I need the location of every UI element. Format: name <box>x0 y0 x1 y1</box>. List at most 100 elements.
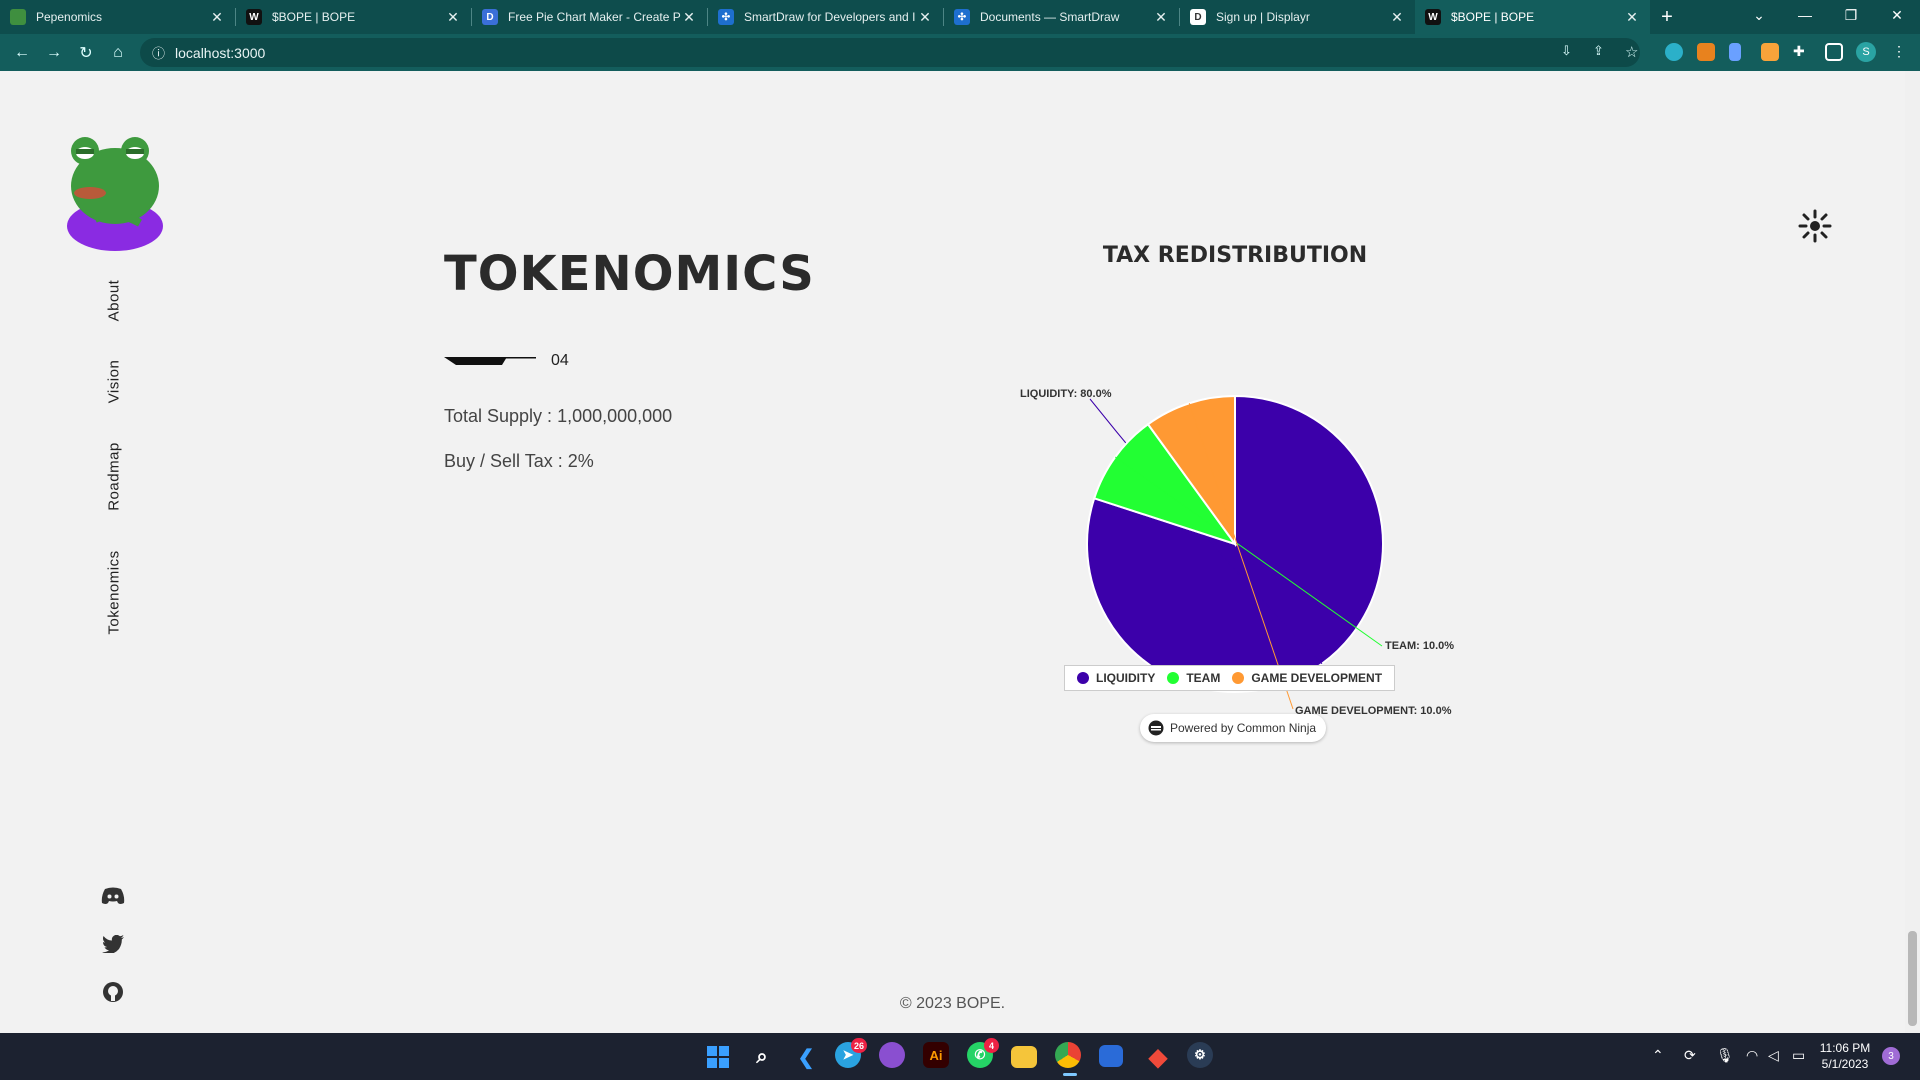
pie-data-label: LIQUIDITY: 80.0% <box>1020 388 1112 400</box>
w-favicon-icon: W <box>246 9 262 25</box>
browser-tab[interactable]: Pepenomics ✕ <box>0 0 235 34</box>
chart-legend: LIQUIDITY TEAM GAME DEVELOPMENT <box>1064 665 1396 691</box>
legend-label: GAME DEVELOPMENT <box>1251 671 1383 685</box>
git-icon[interactable]: ◆ <box>1143 1042 1173 1072</box>
telegram-badge: 26 <box>850 1038 867 1053</box>
legend-swatch <box>1232 672 1245 684</box>
legend-label: TEAM <box>1186 671 1221 685</box>
displayr-favicon-icon: D <box>1190 9 1206 25</box>
extension-metamask-icon[interactable] <box>1697 43 1715 61</box>
legend-item-game-development[interactable]: GAME DEVELOPMENT <box>1232 671 1382 685</box>
browser-tab[interactable]: W $BOPE | BOPE ✕ <box>236 0 471 34</box>
bope-frog-logo[interactable] <box>60 131 170 251</box>
tab-title: SmartDraw for Developers and I <box>744 10 916 24</box>
page-scrollbar[interactable] <box>1905 71 1920 1033</box>
tab-title: $BOPE | BOPE <box>1451 10 1535 24</box>
file-explorer-icon[interactable] <box>1011 1046 1037 1068</box>
site-info-icon[interactable]: ⓘ <box>152 43 165 62</box>
chrome-icon[interactable] <box>1055 1042 1081 1068</box>
tab-close-icon[interactable]: ✕ <box>445 9 461 26</box>
windows-start-icon[interactable] <box>703 1042 733 1072</box>
home-button[interactable]: ⌂ <box>102 37 134 69</box>
vscode-icon[interactable]: ❮ <box>791 1042 821 1072</box>
new-tab-button[interactable]: + <box>1650 0 1684 34</box>
store-icon[interactable] <box>1099 1045 1123 1067</box>
whatsapp-icon[interactable]: ✆ 4 <box>967 1038 999 1068</box>
tray-sync-icon[interactable]: ⟳ <box>1684 1047 1696 1064</box>
browser-tab[interactable]: D Sign up | Displayr ✕ <box>1180 0 1415 34</box>
sidebar-item-roadmap[interactable]: Roadmap <box>106 438 123 516</box>
section-divider <box>444 357 536 365</box>
tab-close-icon[interactable]: ✕ <box>1153 9 1169 26</box>
sidebar-item-tokenomics[interactable]: Tokenomics <box>106 545 123 641</box>
chart-title: TAX REDISTRIBUTION <box>1102 243 1368 268</box>
tab-close-icon[interactable]: ✕ <box>1624 9 1640 26</box>
chrome-running-indicator <box>1063 1073 1077 1076</box>
restore-button[interactable]: ❐ <box>1828 0 1874 30</box>
browser-tab[interactable]: ✣ SmartDraw for Developers and I ✕ <box>708 0 943 34</box>
side-panel-icon[interactable] <box>1825 43 1843 61</box>
windows-taskbar <box>0 1033 1920 1080</box>
sidebar-item-about[interactable]: About <box>106 276 123 326</box>
extension-docs-icon[interactable] <box>1729 43 1741 61</box>
tab-close-icon[interactable]: ✕ <box>917 9 933 26</box>
search-icon[interactable]: ⌕ <box>747 1042 777 1072</box>
powered-by-badge[interactable]: Powered by Common Ninja <box>1140 714 1327 742</box>
volume-icon[interactable]: ◁ <box>1768 1047 1779 1064</box>
tab-title: Free Pie Chart Maker - Create Pie <box>508 10 681 24</box>
tray-overflow-icon[interactable]: ⌃ <box>1652 1047 1664 1064</box>
notification-center-badge[interactable]: 3 <box>1882 1047 1900 1065</box>
share-icon[interactable]: ⇪ <box>1593 43 1611 61</box>
sidebar-item-vision[interactable]: Vision <box>106 355 123 409</box>
tab-search-button[interactable]: ⌄ <box>1736 0 1782 30</box>
reload-button[interactable]: ↻ <box>70 37 102 69</box>
address-bar[interactable]: ⓘ localhost:3000 <box>140 38 1640 67</box>
telegram-icon[interactable]: ➤ 26 <box>835 1038 867 1068</box>
page-content: About Vision Roadmap Tokenomics TOKENOMI… <box>0 71 1905 1033</box>
tab-title: Documents — SmartDraw <box>980 10 1120 24</box>
minimize-button[interactable]: — <box>1782 0 1828 30</box>
page-title: TOKENOMICS <box>444 246 815 302</box>
extensions-puzzle-icon[interactable]: ✚ <box>1793 43 1811 61</box>
tab-close-icon[interactable]: ✕ <box>1389 9 1405 26</box>
bookmark-star-icon[interactable]: ☆ <box>1625 43 1643 61</box>
browser-tab[interactable]: W $BOPE | BOPE ✕ <box>1415 0 1650 34</box>
discord-icon[interactable] <box>100 883 126 909</box>
github-desktop-icon[interactable] <box>879 1042 905 1068</box>
steam-icon[interactable]: ⚙ <box>1187 1042 1213 1068</box>
whatsapp-badge: 4 <box>984 1038 999 1053</box>
section-number: 04 <box>551 352 569 369</box>
illustrator-icon[interactable]: Ai <box>923 1042 949 1068</box>
microphone-icon[interactable]: 🎙 <box>1716 1047 1734 1064</box>
d-favicon-icon: D <box>482 9 498 25</box>
twitter-icon[interactable] <box>100 931 126 957</box>
legend-item-team[interactable]: TEAM <box>1167 671 1220 685</box>
smartdraw-favicon-icon: ✣ <box>954 9 970 25</box>
legend-swatch <box>1077 672 1089 684</box>
browser-menu-icon[interactable]: ⋮ <box>1890 43 1908 61</box>
close-window-button[interactable]: ✕ <box>1874 0 1920 30</box>
clock-date: 5/1/2023 <box>1821 1057 1869 1071</box>
scrollbar-thumb[interactable] <box>1908 931 1917 1026</box>
back-button[interactable]: ← <box>6 37 38 69</box>
total-supply-text: Total Supply : 1,000,000,000 <box>444 406 673 426</box>
legend-item-liquidity[interactable]: LIQUIDITY <box>1077 671 1155 685</box>
pepe-favicon-icon <box>10 9 26 25</box>
profile-avatar[interactable]: S <box>1856 42 1876 62</box>
wifi-icon[interactable]: ◠ <box>1746 1047 1758 1064</box>
tax-text: Buy / Sell Tax : 2% <box>444 451 594 471</box>
tab-close-icon[interactable]: ✕ <box>209 9 225 26</box>
clock-time: 11:06 PM <box>1819 1041 1871 1055</box>
tab-close-icon[interactable]: ✕ <box>681 9 697 26</box>
taskbar-clock[interactable]: 11:06 PM 5/1/2023 <box>1800 1040 1890 1072</box>
browser-tab[interactable]: D Free Pie Chart Maker - Create Pie ✕ <box>472 0 707 34</box>
install-app-icon[interactable]: ⇩ <box>1561 43 1579 61</box>
w-favicon-icon: W <box>1425 9 1441 25</box>
browser-tab[interactable]: ✣ Documents — SmartDraw ✕ <box>944 0 1179 34</box>
url-text: localhost:3000 <box>175 44 266 61</box>
theme-toggle-sun-icon[interactable] <box>1798 209 1832 243</box>
extension-orange-icon[interactable] <box>1761 43 1779 61</box>
extension-translate-icon[interactable] <box>1665 43 1683 61</box>
tab-strip: Pepenomics ✕ W $BOPE | BOPE ✕ D Free Pie Chart… <box>0 0 1920 34</box>
forward-button[interactable]: → <box>38 37 70 69</box>
